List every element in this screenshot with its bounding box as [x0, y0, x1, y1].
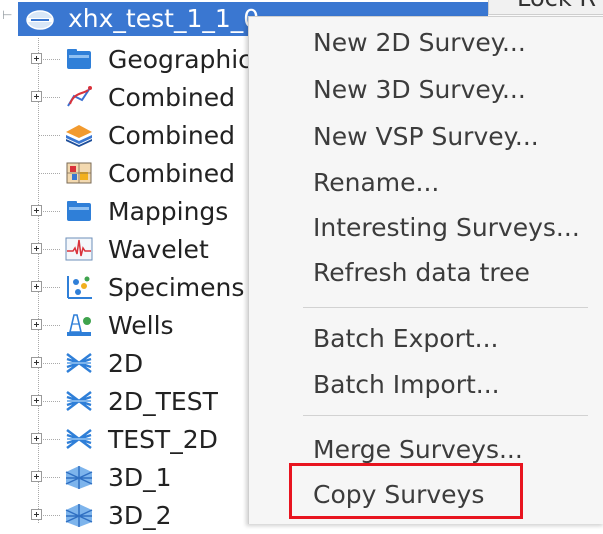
expand-toggle[interactable]	[31, 319, 42, 330]
tree-item-label: Combined	[108, 121, 236, 150]
combined-grid-icon	[66, 162, 92, 184]
menu-separator	[303, 415, 588, 416]
2d-survey-icon	[66, 391, 92, 411]
expand-toggle[interactable]	[31, 243, 42, 254]
tree-item-label: Geographic	[108, 45, 252, 74]
2d-survey-icon	[66, 429, 92, 449]
tree-item-label: 2D	[108, 349, 144, 378]
tree-item-label: 2D_TEST	[108, 387, 218, 416]
copy-surveys-highlight-box	[289, 463, 523, 519]
blue-folder-icon	[67, 49, 91, 69]
expand-toggle[interactable]	[31, 395, 42, 406]
menu-item-rename[interactable]: Rename...	[313, 167, 439, 199]
tree-item-label: Specimens	[108, 273, 245, 302]
menu-item-batch-export[interactable]: Batch Export...	[313, 323, 499, 355]
layers-stack-icon	[66, 125, 92, 147]
wells-icon	[67, 314, 91, 336]
menu-separator	[303, 307, 588, 308]
2d-survey-icon	[66, 353, 92, 373]
menu-item-interesting-surveys[interactable]: Interesting Surveys...	[313, 212, 580, 244]
top-tab[interactable]: Lock R	[488, 0, 603, 15]
expand-toggle[interactable]	[31, 53, 42, 64]
expand-toggle[interactable]	[31, 433, 42, 444]
tree-item-label: Combined	[108, 83, 236, 112]
tree-item-label: Wells	[108, 311, 174, 340]
specimens-icon	[67, 276, 92, 299]
tree-root-label: xhx_test_1_1_0	[68, 4, 260, 33]
tree-item-label: 3D_1	[108, 463, 172, 492]
menu-item-batch-import[interactable]: Batch Import...	[313, 369, 500, 401]
tree-item-label: 3D_2	[108, 501, 172, 530]
expand-toggle[interactable]	[31, 91, 42, 102]
tree-item-label: Combined	[108, 159, 236, 188]
menu-item-refresh-data-tree[interactable]: Refresh data tree	[313, 257, 530, 289]
tree-item-label: Mappings	[108, 197, 229, 226]
expand-toggle[interactable]	[31, 205, 42, 216]
expand-toggle[interactable]	[31, 509, 42, 520]
blue-folder-icon	[67, 201, 91, 221]
menu-item-new-vsp-survey[interactable]: New VSP Survey...	[313, 121, 539, 153]
context-menu: New 2D Survey... New 3D Survey... New VS…	[248, 16, 603, 524]
tree-item-label: TEST_2D	[108, 425, 218, 454]
tree-root-handle: ⊢	[2, 8, 13, 22]
top-tab-label: Lock R	[517, 0, 596, 12]
menu-item-new-2d-survey[interactable]: New 2D Survey...	[313, 27, 526, 59]
combined-pen-icon	[67, 86, 92, 107]
menu-item-new-3d-survey[interactable]: New 3D Survey...	[313, 74, 526, 106]
3d-survey-icon	[65, 504, 93, 527]
menu-item-merge-surveys[interactable]: Merge Surveys...	[313, 434, 523, 466]
tree-item-label: Wavelet	[108, 235, 209, 264]
wavelet-icon	[65, 237, 93, 261]
survey-root-icon	[26, 10, 54, 30]
expand-toggle[interactable]	[31, 471, 42, 482]
expand-toggle[interactable]	[31, 281, 42, 292]
expand-toggle[interactable]	[31, 357, 42, 368]
3d-survey-icon	[65, 466, 93, 489]
